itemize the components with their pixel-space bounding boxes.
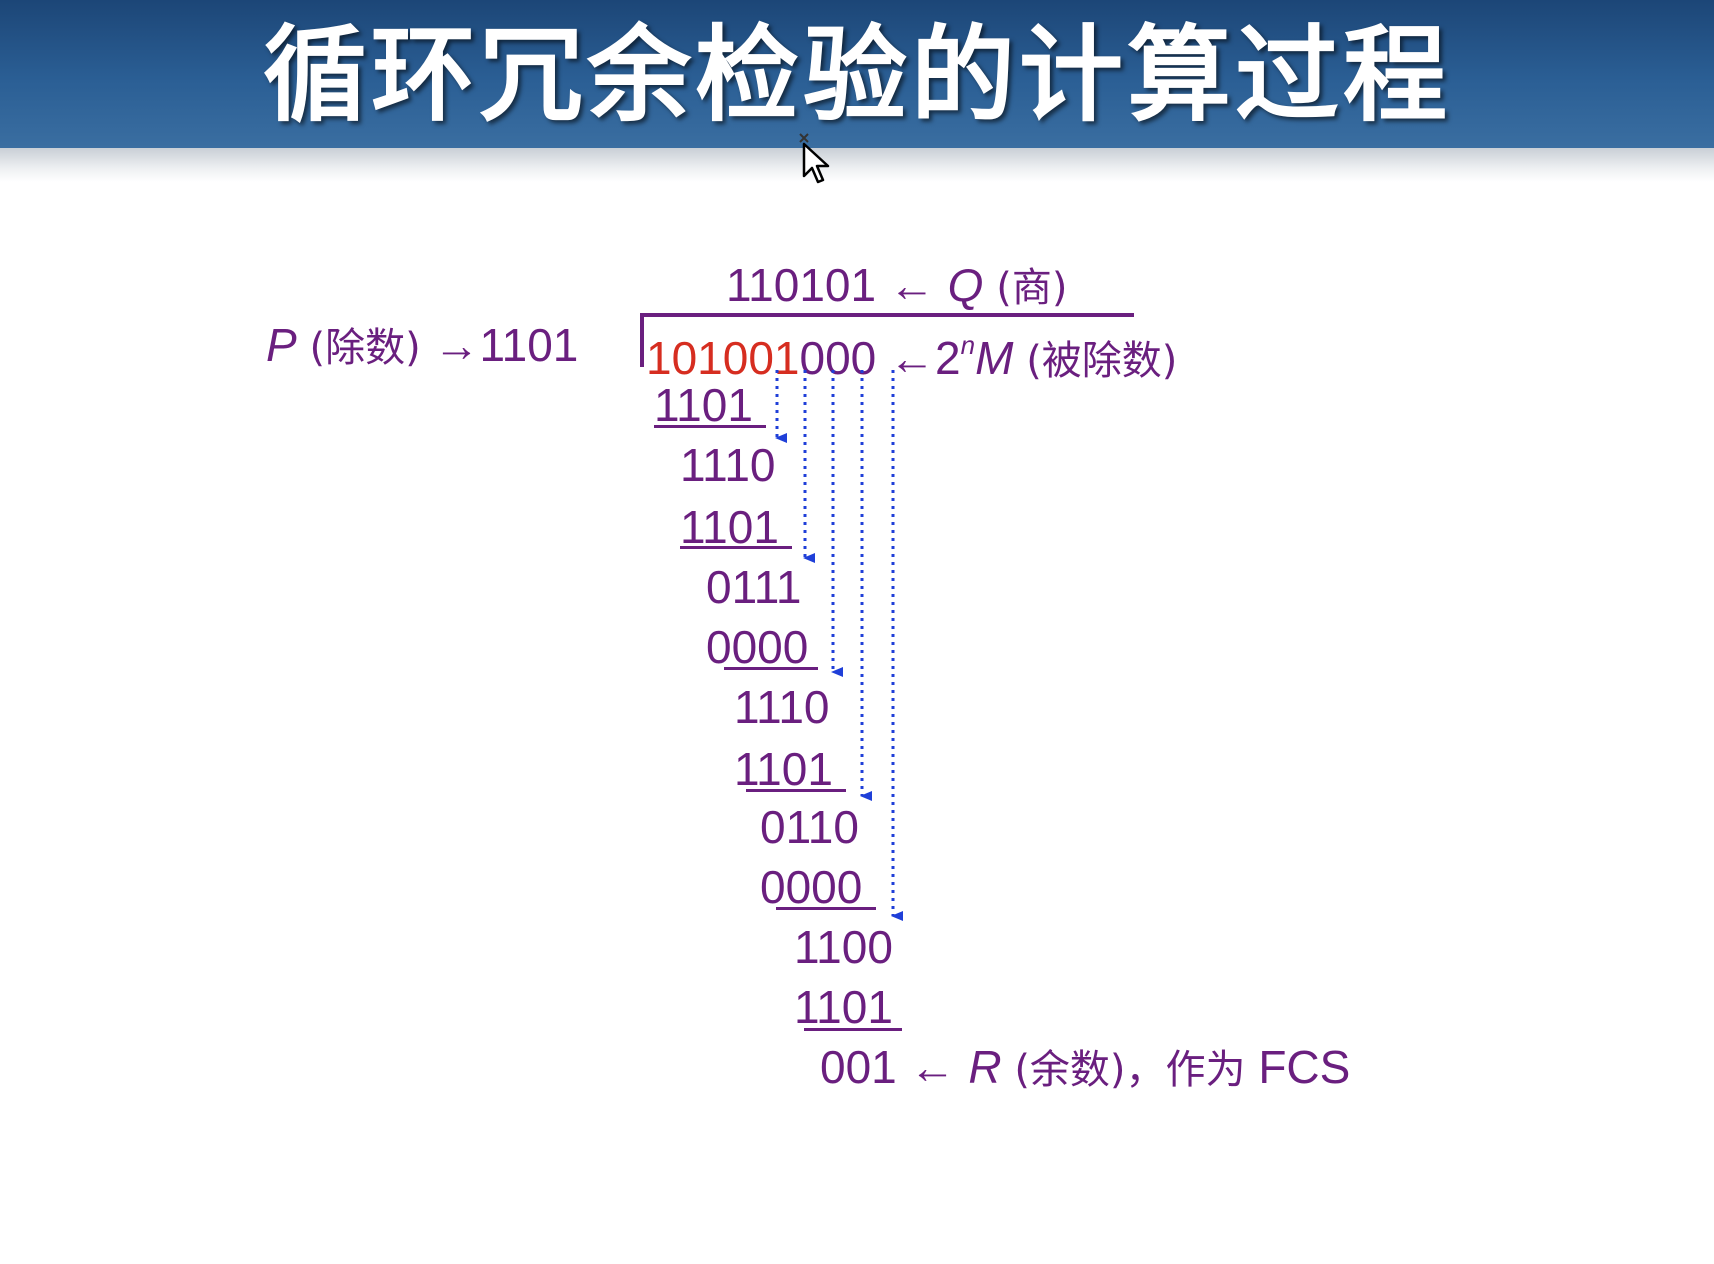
bring-down-arrows [775, 370, 903, 921]
